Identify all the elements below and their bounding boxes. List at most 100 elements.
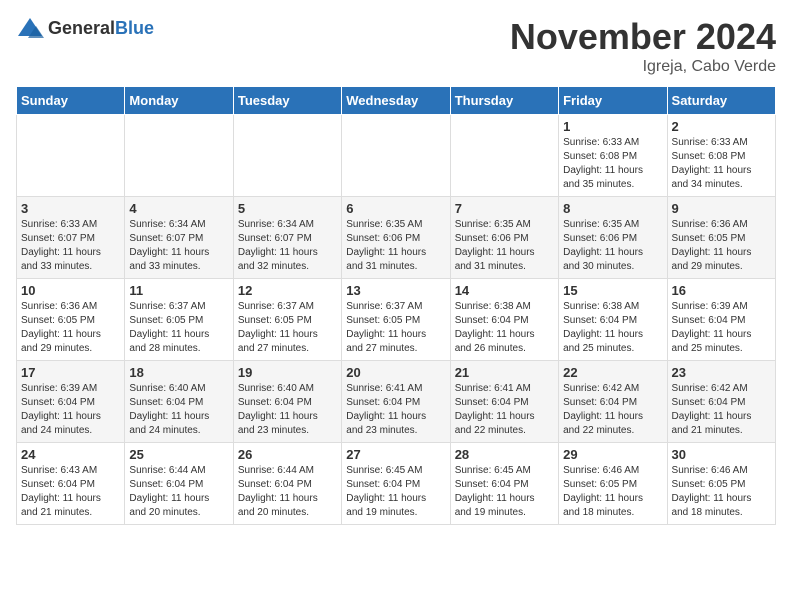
header-monday: Monday (125, 87, 233, 115)
day-number: 3 (21, 201, 120, 216)
day-cell: 19 Sunrise: 6:40 AMSunset: 6:04 PMDayligh… (233, 361, 341, 443)
day-cell: 11 Sunrise: 6:37 AMSunset: 6:05 PMDayligh… (125, 279, 233, 361)
week-row-3: 10 Sunrise: 6:36 AMSunset: 6:05 PMDayligh… (17, 279, 776, 361)
day-info: Sunrise: 6:44 AMSunset: 6:04 PMDaylight:… (129, 464, 228, 520)
day-cell (125, 115, 233, 197)
day-number: 18 (129, 365, 228, 380)
day-cell: 4 Sunrise: 6:34 AMSunset: 6:07 PMDaylight… (125, 197, 233, 279)
day-cell (17, 115, 125, 197)
day-info: Sunrise: 6:43 AMSunset: 6:04 PMDaylight:… (21, 464, 120, 520)
day-cell: 26Sunrise: 6:44 AMSunset: 6:04 PMDayligh… (233, 443, 341, 525)
day-number: 9 (672, 201, 771, 216)
day-number: 19 (238, 365, 337, 380)
day-cell: 8Sunrise: 6:35 AMSunset: 6:06 PMDaylight… (559, 197, 667, 279)
calendar-body: 1Sunrise: 6:33 AMSunset: 6:08 PMDaylight… (17, 115, 776, 525)
day-info: Sunrise: 6:33 AMSunset: 6:08 PMDaylight:… (563, 136, 662, 192)
day-info: Sunrise: 6:37 AMSunset: 6:05 PMDaylight:… (238, 300, 337, 356)
day-info: Sunrise: 6:38 AMSunset: 6:04 PMDaylight:… (563, 300, 662, 356)
day-number: 14 (455, 283, 554, 298)
day-info: Sunrise: 6:41 AMSunset: 6:04 PMDaylight:… (346, 382, 445, 438)
day-cell: 27 Sunrise: 6:45 AMSunset: 6:04 PMDayligh… (342, 443, 450, 525)
day-cell: 10 Sunrise: 6:36 AMSunset: 6:05 PMDayligh… (17, 279, 125, 361)
day-cell: 3 Sunrise: 6:33 AMSunset: 6:07 PMDaylight… (17, 197, 125, 279)
logo-icon (16, 16, 44, 40)
day-cell: 18 Sunrise: 6:40 AMSunset: 6:04 PMDayligh… (125, 361, 233, 443)
day-cell: 17 Sunrise: 6:39 AMSunset: 6:04 PMDayligh… (17, 361, 125, 443)
day-cell: 6Sunrise: 6:35 AMSunset: 6:06 PMDaylight… (342, 197, 450, 279)
day-info: Sunrise: 6:36 AMSunset: 6:05 PMDaylight:… (672, 218, 771, 274)
day-cell: 23 Sunrise: 6:42 AMSunset: 6:04 PMDayligh… (667, 361, 775, 443)
day-number: 21 (455, 365, 554, 380)
day-number: 4 (129, 201, 228, 216)
day-cell: 24Sunrise: 6:43 AMSunset: 6:04 PMDayligh… (17, 443, 125, 525)
logo-blue: Blue (115, 18, 154, 38)
header-friday: Friday (559, 87, 667, 115)
day-cell: 12 Sunrise: 6:37 AMSunset: 6:05 PMDayligh… (233, 279, 341, 361)
day-cell: 14 Sunrise: 6:38 AMSunset: 6:04 PMDayligh… (450, 279, 558, 361)
day-number: 10 (21, 283, 120, 298)
day-info: Sunrise: 6:42 AMSunset: 6:04 PMDaylight:… (672, 382, 771, 438)
day-cell: 2 Sunrise: 6:33 AMSunset: 6:08 PMDaylight… (667, 115, 775, 197)
location-title: Igreja, Cabo Verde (510, 58, 776, 76)
day-cell: 25 Sunrise: 6:44 AMSunset: 6:04 PMDayligh… (125, 443, 233, 525)
day-info: Sunrise: 6:40 AMSunset: 6:04 PMDaylight:… (129, 382, 228, 438)
logo-general: General (48, 18, 115, 38)
day-cell: 20 Sunrise: 6:41 AMSunset: 6:04 PMDayligh… (342, 361, 450, 443)
day-cell: 22 Sunrise: 6:42 AMSunset: 6:04 PMDayligh… (559, 361, 667, 443)
day-number: 25 (129, 447, 228, 462)
day-number: 30 (672, 447, 771, 462)
day-number: 17 (21, 365, 120, 380)
day-number: 15 (563, 283, 662, 298)
day-cell: 5 Sunrise: 6:34 AMSunset: 6:07 PMDaylight… (233, 197, 341, 279)
day-cell (233, 115, 341, 197)
day-info: Sunrise: 6:35 AMSunset: 6:06 PMDaylight:… (346, 218, 445, 274)
header-thursday: Thursday (450, 87, 558, 115)
day-number: 29 (563, 447, 662, 462)
day-info: Sunrise: 6:38 AMSunset: 6:04 PMDaylight:… (455, 300, 554, 356)
day-number: 22 (563, 365, 662, 380)
day-info: Sunrise: 6:44 AMSunset: 6:04 PMDaylight:… (238, 464, 337, 520)
month-title: November 2024 (510, 16, 776, 58)
day-info: Sunrise: 6:42 AMSunset: 6:04 PMDaylight:… (563, 382, 662, 438)
day-info: Sunrise: 6:39 AMSunset: 6:04 PMDaylight:… (21, 382, 120, 438)
day-info: Sunrise: 6:46 AMSunset: 6:05 PMDaylight:… (672, 464, 771, 520)
day-number: 11 (129, 283, 228, 298)
day-info: Sunrise: 6:37 AMSunset: 6:05 PMDaylight:… (346, 300, 445, 356)
day-cell: 1Sunrise: 6:33 AMSunset: 6:08 PMDaylight… (559, 115, 667, 197)
day-info: Sunrise: 6:35 AMSunset: 6:06 PMDaylight:… (455, 218, 554, 274)
day-number: 8 (563, 201, 662, 216)
day-info: Sunrise: 6:34 AMSunset: 6:07 PMDaylight:… (129, 218, 228, 274)
day-info: Sunrise: 6:33 AMSunset: 6:07 PMDaylight:… (21, 218, 120, 274)
day-number: 5 (238, 201, 337, 216)
day-info: Sunrise: 6:37 AMSunset: 6:05 PMDaylight:… (129, 300, 228, 356)
day-cell (342, 115, 450, 197)
header-wednesday: Wednesday (342, 87, 450, 115)
day-info: Sunrise: 6:34 AMSunset: 6:07 PMDaylight:… (238, 218, 337, 274)
day-info: Sunrise: 6:46 AMSunset: 6:05 PMDaylight:… (563, 464, 662, 520)
header-row: Sunday Monday Tuesday Wednesday Thursday… (17, 87, 776, 115)
day-number: 28 (455, 447, 554, 462)
day-number: 13 (346, 283, 445, 298)
day-number: 12 (238, 283, 337, 298)
day-info: Sunrise: 6:36 AMSunset: 6:05 PMDaylight:… (21, 300, 120, 356)
day-info: Sunrise: 6:39 AMSunset: 6:04 PMDaylight:… (672, 300, 771, 356)
day-cell: 13 Sunrise: 6:37 AMSunset: 6:05 PMDayligh… (342, 279, 450, 361)
day-cell: 21Sunrise: 6:41 AMSunset: 6:04 PMDayligh… (450, 361, 558, 443)
logo: GeneralBlue (16, 16, 154, 40)
header-saturday: Saturday (667, 87, 775, 115)
title-area: November 2024 Igreja, Cabo Verde (510, 16, 776, 76)
day-info: Sunrise: 6:45 AMSunset: 6:04 PMDaylight:… (346, 464, 445, 520)
day-number: 2 (672, 119, 771, 134)
day-cell: 7Sunrise: 6:35 AMSunset: 6:06 PMDaylight… (450, 197, 558, 279)
day-number: 27 (346, 447, 445, 462)
day-info: Sunrise: 6:40 AMSunset: 6:04 PMDaylight:… (238, 382, 337, 438)
header: GeneralBlue November 2024 Igreja, Cabo V… (16, 16, 776, 76)
day-number: 23 (672, 365, 771, 380)
header-sunday: Sunday (17, 87, 125, 115)
day-cell: 30 Sunrise: 6:46 AMSunset: 6:05 PMDayligh… (667, 443, 775, 525)
header-tuesday: Tuesday (233, 87, 341, 115)
day-cell: 16Sunrise: 6:39 AMSunset: 6:04 PMDayligh… (667, 279, 775, 361)
day-number: 20 (346, 365, 445, 380)
day-cell: 15 Sunrise: 6:38 AMSunset: 6:04 PMDayligh… (559, 279, 667, 361)
day-info: Sunrise: 6:33 AMSunset: 6:08 PMDaylight:… (672, 136, 771, 192)
